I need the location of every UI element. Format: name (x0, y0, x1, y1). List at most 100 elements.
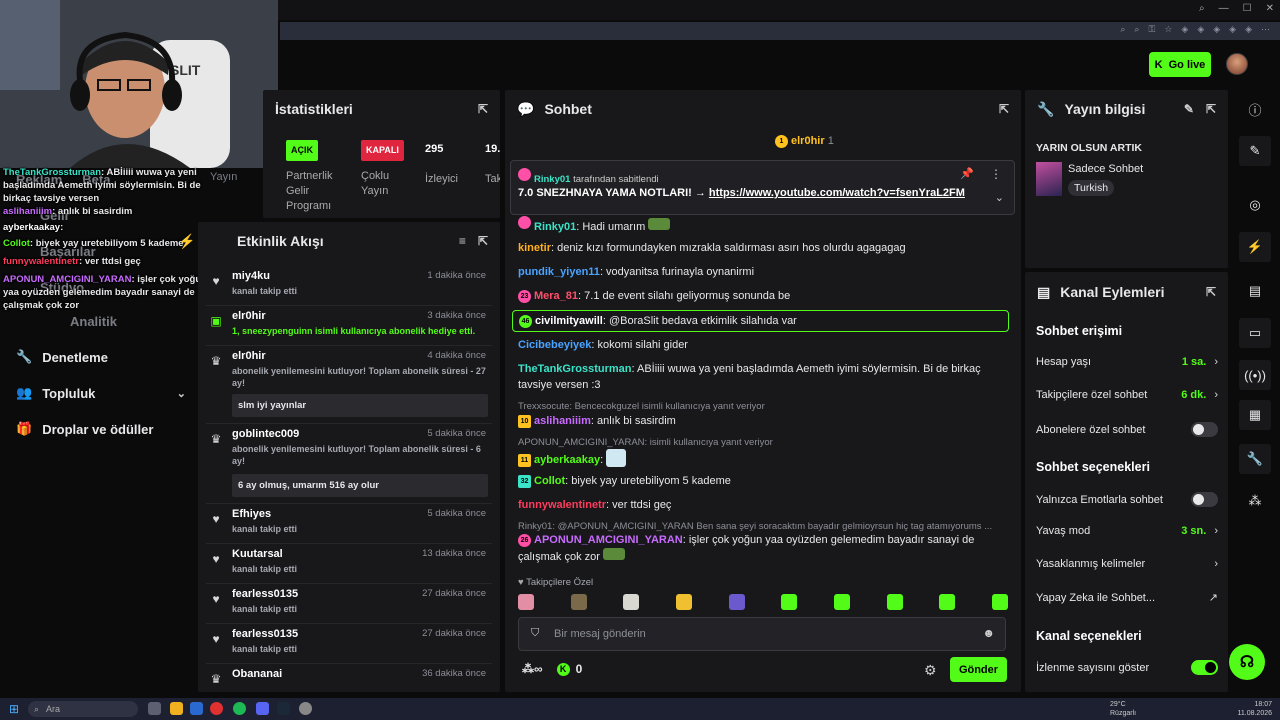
stream-info-panel: 🔧 Yayın bilgisi ✎ ⇱ YARIN OLSUN ARTIK Sad… (1025, 90, 1228, 268)
chat-message: kinetir: deniz kızı formundayken mızrakl… (518, 242, 906, 254)
menu-icon[interactable]: ⋯ (1261, 24, 1270, 35)
setting-ai-chat[interactable]: Yapay Zeka ile Sohbet... ↗ (1036, 591, 1218, 605)
toggle-switch[interactable] (1191, 660, 1218, 675)
section-heading: Kanal seçenekleri (1036, 629, 1142, 643)
setting-followers-only[interactable]: Takipçilere özel sohbet 6 dk. › (1036, 389, 1218, 401)
category-thumbnail[interactable] (1036, 162, 1062, 196)
heart-icon: ♥ (212, 632, 220, 646)
sidebar-item-yayin[interactable]: Yayın (210, 171, 237, 183)
minimize-icon[interactable]: — (1219, 3, 1229, 14)
document-icon[interactable]: ▤ (1239, 276, 1271, 306)
pencil-icon[interactable]: ✎ (1239, 136, 1271, 166)
close-icon[interactable]: ✕ (1266, 3, 1274, 14)
spotify-icon[interactable] (233, 702, 246, 715)
overlay-chat-line: aslihaniiim: anlık bi sasirdim (3, 206, 133, 217)
category-name[interactable]: Sadece Sohbet (1068, 163, 1143, 175)
pinned-link[interactable]: https://www.youtube.com/watch?v=fsenYraL… (709, 187, 965, 199)
obs-icon[interactable] (299, 702, 312, 715)
info-icon[interactable]: ⓘ (1239, 94, 1271, 124)
opera-icon[interactable] (210, 702, 223, 715)
weather-widget[interactable]: 29°C Rüzgarlı (1110, 700, 1136, 718)
steam-icon[interactable] (277, 702, 290, 715)
section-heading: Sohbet seçenekleri (1036, 460, 1150, 474)
taskview-icon[interactable] (148, 702, 161, 715)
setting-slow-mode[interactable]: Yavaş mod 3 sn. › (1036, 525, 1218, 537)
key-icon[interactable]: ⚿ (1148, 24, 1155, 35)
bolt-icon[interactable]: ⚡ (1239, 232, 1271, 262)
search-icon[interactable]: ⌕ (1199, 3, 1205, 14)
maximize-icon[interactable]: ☐ (1243, 3, 1252, 14)
zoom-icon[interactable]: ⌕ (1134, 24, 1139, 35)
emote[interactable] (728, 594, 745, 610)
popout-icon[interactable]: ⇱ (478, 102, 488, 116)
toggle-switch[interactable] (1191, 492, 1218, 507)
emote[interactable] (675, 594, 692, 610)
taskbar-search[interactable]: ⌕ Ara (28, 701, 138, 717)
points-icon[interactable]: ⁂ (1239, 486, 1271, 516)
send-button[interactable]: Gönder (950, 657, 1007, 682)
sidebar-item-denetleme[interactable]: 🔧 Denetleme (16, 349, 186, 365)
chat-input-placeholder: Bir mesaj gönderin (554, 628, 646, 640)
pin-icon[interactable]: 📌 (960, 167, 974, 180)
windows-start-icon[interactable]: ⊞ (9, 702, 19, 716)
go-live-button[interactable]: K Go live (1149, 52, 1211, 77)
chat-message: funnywalentinetr: ver ttdsi geç (518, 499, 672, 511)
broadcast-icon[interactable]: ((•)) (1239, 360, 1271, 390)
points-display[interactable]: K0 (556, 662, 582, 676)
layout-icon[interactable]: ▦ (1239, 400, 1271, 430)
emote[interactable] (518, 594, 534, 610)
clock[interactable]: 18:07 11.08.2026 (1237, 700, 1272, 718)
chevron-down-icon[interactable]: ⌄ (995, 191, 1004, 204)
edit-icon[interactable]: ✎ (1184, 102, 1194, 116)
sidebar-item-topluluk[interactable]: 👥 Topluluk ⌄ (16, 385, 186, 401)
toggle-switch[interactable] (1191, 422, 1218, 437)
user-avatar[interactable] (1226, 53, 1248, 75)
chevron-right-icon: › (1214, 525, 1218, 537)
target-icon[interactable]: ◎ (1239, 190, 1271, 220)
reply-reference[interactable]: Rinky01: @APONUN_AMCIGINI_YARAN Ben sana… (518, 521, 998, 532)
popout-icon[interactable]: ⇱ (1206, 285, 1216, 299)
zoom-icon[interactable]: ⌕ (1120, 24, 1125, 35)
popout-icon[interactable]: ⇱ (1206, 102, 1216, 116)
tag-chip[interactable]: Turkish (1068, 180, 1115, 196)
help-button[interactable]: ☊ (1229, 644, 1265, 680)
explorer-icon[interactable] (170, 702, 183, 715)
popout-icon[interactable]: ⇱ (999, 102, 1009, 116)
reply-reference[interactable]: APONUN_AMCIGINI_YARAN: isimli kullanıcıy… (518, 437, 773, 448)
chat-input[interactable]: ⛉ Bir mesaj gönderin ☻ (518, 617, 1006, 651)
wrench-icon[interactable]: 🔧 (1239, 444, 1271, 474)
emote[interactable] (991, 594, 1008, 610)
star-icon[interactable]: ☆ (1164, 24, 1172, 35)
extension-icon[interactable]: ◈ (1181, 24, 1188, 35)
emote[interactable] (833, 594, 850, 610)
popout-icon[interactable]: ⇱ (478, 234, 488, 248)
extension-icon[interactable]: ◈ (1229, 24, 1236, 35)
emoji-icon[interactable]: ☻ (982, 626, 995, 640)
emote[interactable] (570, 594, 587, 610)
emote[interactable] (623, 594, 640, 610)
list-item: ♛ goblintec009 5 dakika önce abonelik ye… (206, 426, 492, 504)
kick-coin-icon: K (556, 662, 570, 676)
sidebar-item-droplar[interactable]: 🎁 Droplar ve ödüller (16, 421, 186, 437)
app-icon[interactable] (190, 702, 203, 715)
setting-banned-words[interactable]: Yasaklanmış kelimeler › (1036, 558, 1218, 570)
emote[interactable] (781, 594, 798, 610)
channel-actions-panel: ▤ Kanal Eylemleri ⇱ Sohbet erişimi Hesap… (1025, 272, 1228, 692)
chat-bubble-icon[interactable]: ▭ (1239, 318, 1271, 348)
sidebar-item-analitik[interactable]: Analitik (16, 314, 186, 329)
extension-icon[interactable]: ◈ (1245, 24, 1252, 35)
emote[interactable] (939, 594, 956, 610)
more-options-icon[interactable]: ⋮ (990, 167, 1002, 181)
discord-icon[interactable] (256, 702, 269, 715)
setting-account-age[interactable]: Hesap yaşı 1 sa. › (1036, 356, 1218, 368)
extension-icon[interactable]: ◈ (1213, 24, 1220, 35)
channel-points-icon[interactable]: ⁂∞ (522, 662, 543, 676)
chat-header: 💬 Sohbet ⇱ (505, 90, 1021, 128)
overlay-chat-line: APONUN_AMCIGINI_YARAN: işler çok yoğun y… (3, 274, 207, 311)
filter-icon[interactable]: ≡ (459, 234, 466, 248)
gear-icon[interactable]: ⚙ (924, 662, 937, 679)
extension-icon[interactable]: ◈ (1197, 24, 1204, 35)
heart-icon: ♥ (212, 592, 220, 606)
reply-reference[interactable]: Trexxsocute: Bencecokguzel isimli kullan… (518, 401, 765, 412)
emote[interactable] (886, 594, 903, 610)
